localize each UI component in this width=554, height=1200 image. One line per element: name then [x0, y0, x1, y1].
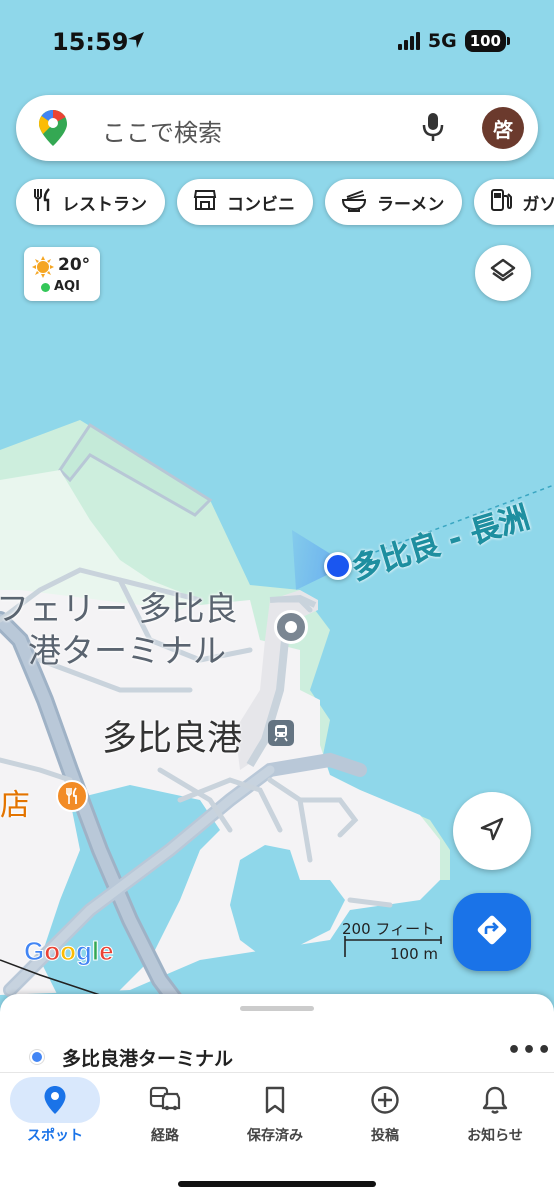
microphone-icon[interactable]: [420, 111, 446, 147]
layers-button[interactable]: [475, 245, 531, 301]
chip-convenience-store[interactable]: コンビニ: [177, 179, 313, 225]
place-dot-icon: [30, 1050, 44, 1064]
google-logo: Google: [23, 936, 114, 967]
aqi-status-dot: [41, 283, 50, 292]
nav-label: 投稿: [371, 1128, 399, 1144]
restaurant-label[interactable]: 店: [0, 780, 30, 824]
nav-label: お知らせ: [467, 1128, 523, 1144]
my-location-button[interactable]: [453, 792, 531, 870]
sun-icon: [32, 256, 54, 282]
restaurant-marker-icon[interactable]: [56, 780, 88, 812]
gas-station-icon: [490, 188, 513, 217]
status-bar: 15:59 5G 100: [0, 0, 554, 84]
more-options-icon[interactable]: •••: [507, 1038, 552, 1063]
battery-level: 100: [464, 30, 506, 52]
weather-temperature: 20°: [58, 255, 91, 275]
chip-label: コンビニ: [227, 194, 295, 215]
place-title[interactable]: 多比良港ターミナル: [62, 1044, 233, 1071]
chip-gas-station[interactable]: ガソ: [474, 179, 554, 225]
directions-button[interactable]: [453, 893, 531, 971]
train-station-icon[interactable]: [268, 720, 294, 746]
nav-label: 経路: [151, 1128, 179, 1144]
nav-saved[interactable]: 保存済み: [220, 1073, 330, 1155]
google-maps-pin-icon: [38, 109, 68, 151]
nav-explore[interactable]: スポット: [0, 1073, 110, 1155]
scale-meters: 100 m: [390, 945, 439, 963]
ferry-terminal-marker[interactable]: [274, 610, 308, 644]
nav-label: スポット: [27, 1128, 83, 1144]
ferry-terminal-label[interactable]: フェリー 多比良 港ターミナル: [0, 588, 238, 672]
search-bar[interactable]: ここで検索 啓: [16, 95, 538, 161]
chip-label: レストラン: [62, 194, 147, 215]
station-label[interactable]: 多比良港: [102, 710, 242, 761]
weather-widget[interactable]: 20° AQI: [24, 247, 100, 301]
home-indicator[interactable]: [178, 1181, 376, 1187]
layers-icon: [489, 257, 517, 289]
store-icon: [193, 189, 217, 216]
status-time: 15:59: [52, 28, 129, 56]
navigation-arrow-icon: [478, 815, 506, 847]
signal-icon: [397, 32, 420, 50]
category-chips: レストラン コンビニ ラーメン ガソ: [16, 179, 554, 225]
chip-label: ラーメン: [377, 194, 445, 215]
sheet-drag-handle[interactable]: [240, 1006, 314, 1011]
avatar[interactable]: 啓: [482, 107, 524, 149]
bell-icon: [482, 1083, 508, 1117]
place-sheet[interactable]: 多比良港ターミナル •••: [0, 994, 554, 1084]
aqi-label: AQI: [54, 279, 80, 294]
nav-commute[interactable]: 経路: [110, 1073, 220, 1155]
search-input[interactable]: ここで検索: [102, 113, 222, 148]
chip-label: ガソ: [522, 194, 554, 215]
nav-label: 保存済み: [247, 1128, 303, 1144]
add-circle-icon: [370, 1083, 400, 1117]
pin-icon: [285, 621, 297, 633]
location-pin-icon: [43, 1083, 67, 1117]
bookmark-icon: [264, 1083, 286, 1117]
directions-icon: [475, 913, 509, 951]
chip-restaurant[interactable]: レストラン: [16, 179, 165, 225]
commute-icon: [149, 1083, 181, 1117]
nav-updates[interactable]: お知らせ: [440, 1073, 550, 1155]
network-type: 5G: [427, 30, 457, 52]
chip-ramen[interactable]: ラーメン: [325, 179, 463, 225]
fork-knife-icon: [32, 187, 52, 217]
location-arrow-icon: [126, 30, 146, 54]
nav-contribute[interactable]: 投稿: [330, 1073, 440, 1155]
ramen-bowl-icon: [341, 188, 367, 217]
battery-icon: 100: [464, 30, 510, 52]
